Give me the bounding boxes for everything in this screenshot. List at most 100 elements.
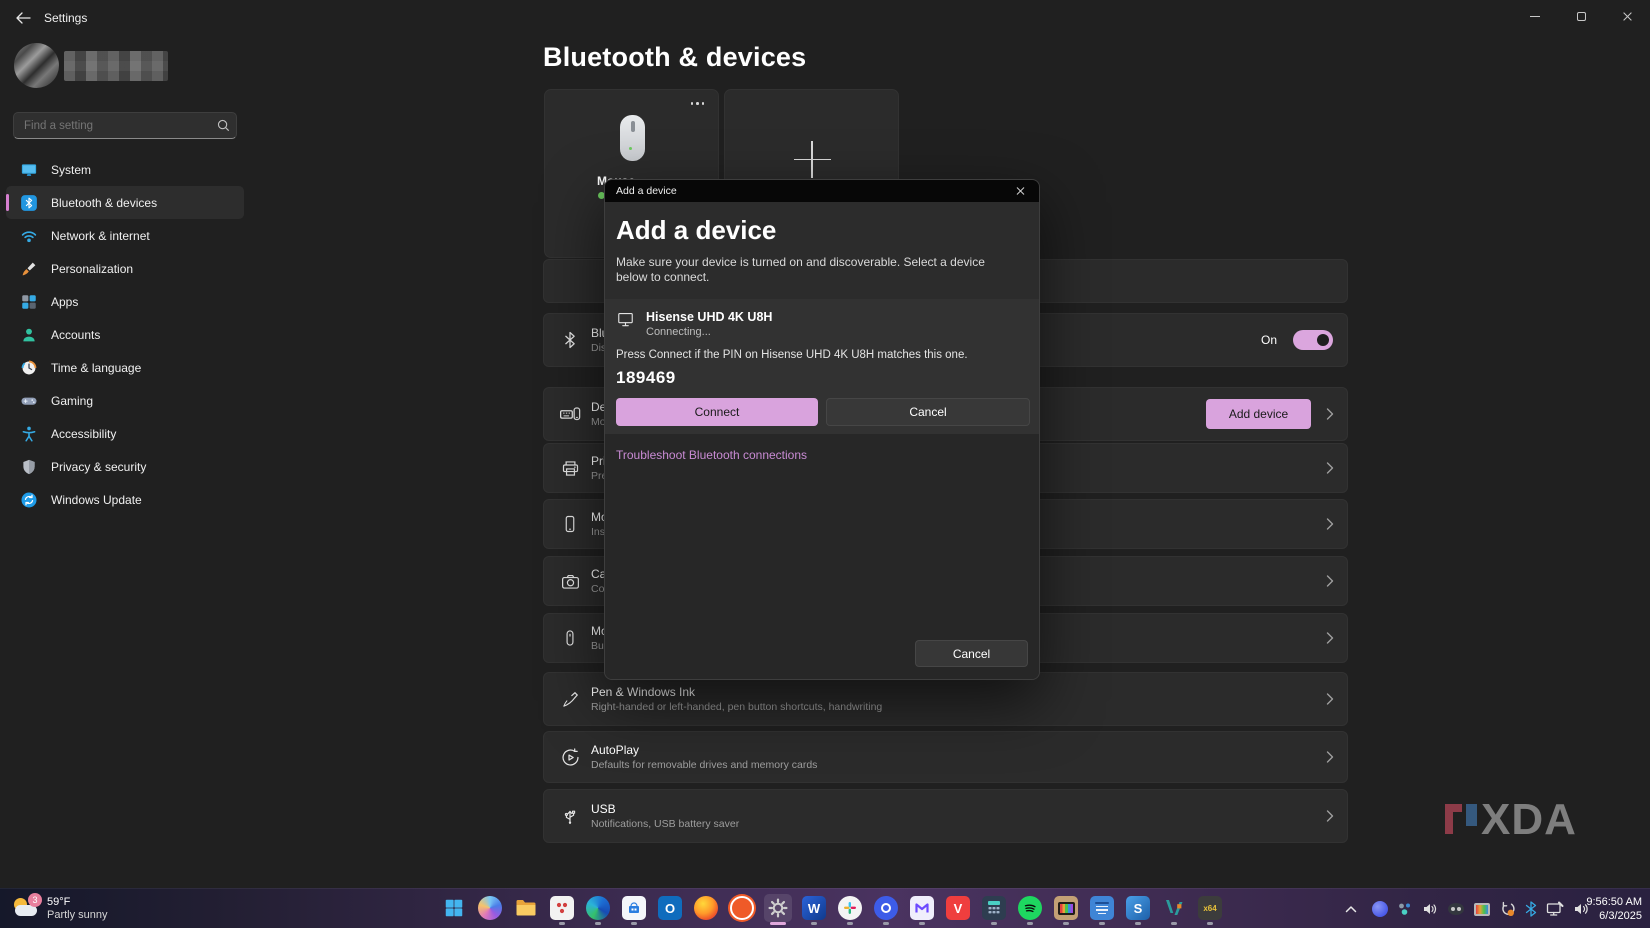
- close-icon: [1622, 11, 1633, 22]
- chevron-right-icon: [1326, 575, 1334, 588]
- outlook-icon[interactable]: O: [656, 894, 684, 922]
- search-box[interactable]: [13, 112, 237, 139]
- accessibility-icon: [20, 425, 38, 443]
- vivaldi-icon[interactable]: V: [944, 894, 972, 922]
- clock[interactable]: 9:56:50 AM 6/3/2025: [1586, 895, 1642, 923]
- tray-volume-mixer-icon[interactable]: [1422, 901, 1438, 917]
- copilot-icon[interactable]: [476, 894, 504, 922]
- dialog-close-button[interactable]: [1001, 180, 1039, 202]
- s-app-icon[interactable]: S: [1124, 894, 1152, 922]
- tray-bluetooth-icon[interactable]: [1525, 901, 1537, 917]
- settings-row-autoplay[interactable]: AutoPlay Defaults for removable drives a…: [543, 731, 1348, 783]
- dialog-titlebar: Add a device: [605, 180, 1039, 202]
- settings-row-usb[interactable]: USB Notifications, USB battery saver: [543, 789, 1348, 843]
- pairing-device-name: Hisense UHD 4K U8H: [646, 310, 772, 324]
- xda-logo-blue: [1466, 804, 1477, 826]
- cancel-pairing-button[interactable]: Cancel: [826, 398, 1030, 426]
- start-button[interactable]: [440, 894, 468, 922]
- tray-color-dots-icon[interactable]: [1397, 901, 1413, 917]
- windows-update-icon: [20, 491, 38, 509]
- more-options-icon[interactable]: [691, 102, 705, 105]
- bluetooth-icon: [558, 328, 582, 352]
- sidebar-item-time-language[interactable]: Time & language: [6, 351, 244, 384]
- window-title: Settings: [44, 11, 87, 25]
- sidebar-item-system[interactable]: System: [6, 153, 244, 186]
- maximize-button[interactable]: [1558, 0, 1604, 32]
- sidebar-item-windows-update[interactable]: Windows Update: [6, 483, 244, 516]
- close-icon: [1015, 186, 1025, 196]
- tray-display-color-icon[interactable]: [1474, 903, 1490, 916]
- notepad-icon[interactable]: [1088, 894, 1116, 922]
- proton-mail-icon[interactable]: [908, 894, 936, 922]
- minimize-button[interactable]: [1512, 0, 1558, 32]
- network-icon: [20, 227, 38, 245]
- dialog-description: Make sure your device is turned on and d…: [616, 255, 1016, 285]
- xda-watermark: XDA: [1445, 800, 1577, 840]
- sidebar-item-accessibility[interactable]: Accessibility: [6, 417, 244, 450]
- tray-blue-orb-icon[interactable]: [1372, 901, 1388, 917]
- xda-logo-red: [1445, 804, 1462, 834]
- search-icon: [210, 119, 236, 132]
- close-button[interactable]: [1604, 0, 1650, 32]
- dialog-cancel-button[interactable]: Cancel: [915, 640, 1028, 667]
- gaming-icon: [20, 392, 38, 410]
- sidebar-item-network-internet[interactable]: Network & internet: [6, 219, 244, 252]
- weather-widget[interactable]: 3 59°F Partly sunny: [12, 893, 108, 925]
- minimize-icon: [1530, 16, 1540, 17]
- add-device-dialog: Add a device Add a device Make sure your…: [604, 179, 1040, 680]
- maximize-icon: [1577, 12, 1586, 21]
- slack-icon[interactable]: [836, 894, 864, 922]
- dialog-title: Add a device: [605, 185, 1001, 197]
- sidebar-item-apps[interactable]: Apps: [6, 285, 244, 318]
- settings-app-icon[interactable]: [764, 894, 792, 922]
- x64dbg-icon[interactable]: x64: [1196, 894, 1224, 922]
- sidebar-item-bluetooth-devices[interactable]: Bluetooth & devices: [6, 186, 244, 219]
- system-icon: [20, 161, 38, 179]
- firefox-icon[interactable]: [692, 894, 720, 922]
- back-button[interactable]: [8, 5, 38, 31]
- hidden-icons-chevron[interactable]: [1345, 905, 1357, 913]
- search-input[interactable]: [14, 120, 210, 132]
- chevron-right-icon: [1326, 462, 1334, 475]
- mouse-led: [629, 147, 632, 150]
- microsoft-store-icon[interactable]: [620, 894, 648, 922]
- notes-app-icon[interactable]: [548, 894, 576, 922]
- sidebar-item-accounts[interactable]: Accounts: [6, 318, 244, 351]
- word-icon[interactable]: W: [800, 894, 828, 922]
- chevron-right-icon: [1326, 693, 1334, 706]
- connect-button[interactable]: Connect: [616, 398, 818, 426]
- page-title: Bluetooth & devices: [543, 42, 806, 73]
- duckduckgo-icon[interactable]: [728, 894, 756, 922]
- dialog-heading: Add a device: [616, 215, 1028, 246]
- v-app-icon[interactable]: [1160, 894, 1188, 922]
- privacy-icon: [20, 458, 38, 476]
- mouse-image: [620, 115, 645, 161]
- avatar[interactable]: [14, 43, 59, 88]
- clock-time: 9:56:50 AM: [1586, 895, 1642, 909]
- personalization-icon: [20, 260, 38, 278]
- sidebar-item-personalization[interactable]: Personalization: [6, 252, 244, 285]
- toggle-state-label: On: [1261, 333, 1277, 347]
- chevron-right-icon: [1326, 810, 1334, 823]
- bluetooth-toggle[interactable]: [1293, 330, 1333, 350]
- settings-row-pen-windows-ink[interactable]: Pen & Windows Ink Right-handed or left-h…: [543, 672, 1348, 726]
- pairing-pin: 189469: [616, 368, 1030, 388]
- tray-sync-icon[interactable]: [1499, 901, 1516, 918]
- spotify-icon[interactable]: [1016, 894, 1044, 922]
- notification-badge: 3: [28, 893, 42, 907]
- weather-icon: 3: [12, 896, 40, 922]
- tray-webcam-icon[interactable]: [1447, 901, 1465, 917]
- file-explorer-icon[interactable]: [512, 894, 540, 922]
- sidebar-item-gaming[interactable]: Gaming: [6, 384, 244, 417]
- sidebar-item-privacy-security[interactable]: Privacy & security: [6, 450, 244, 483]
- taskbar: 3 59°F Partly sunny O W V S x64: [0, 888, 1650, 928]
- troubleshoot-link[interactable]: Troubleshoot Bluetooth connections: [616, 448, 807, 462]
- edge-icon[interactable]: [584, 894, 612, 922]
- printer-icon: [558, 456, 582, 480]
- media-tv-app-icon[interactable]: [1052, 894, 1080, 922]
- pairing-device-item[interactable]: Hisense UHD 4K U8H Connecting... Press C…: [605, 299, 1040, 434]
- tray-monitor-pen-icon[interactable]: [1546, 901, 1564, 918]
- blue-orb-app-icon[interactable]: [872, 894, 900, 922]
- calculator-icon[interactable]: [980, 894, 1008, 922]
- add-device-button[interactable]: Add device: [1206, 399, 1311, 429]
